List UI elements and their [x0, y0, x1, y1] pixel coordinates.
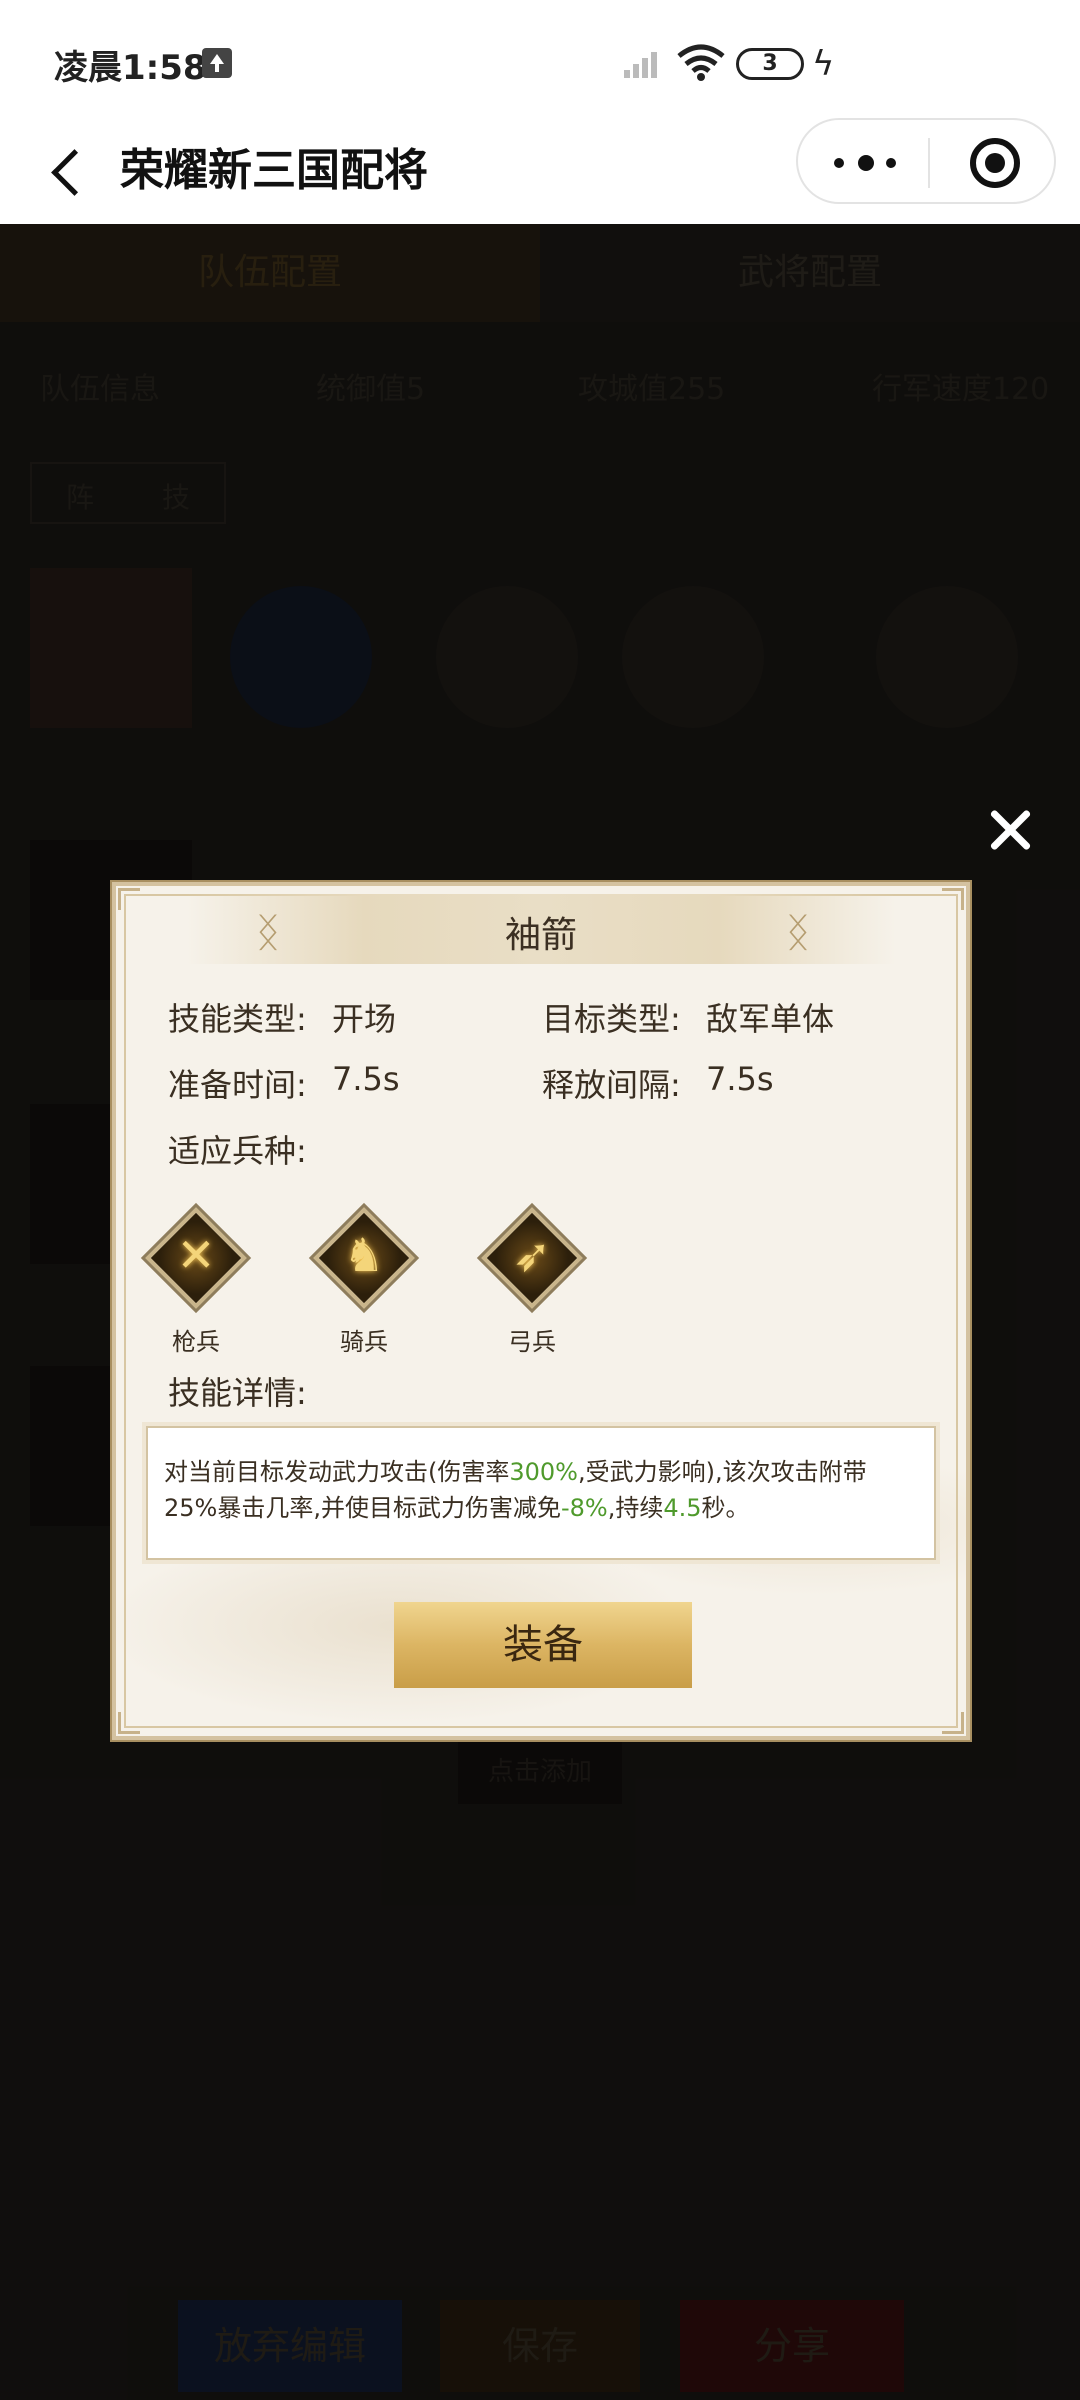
corner-ornament: [118, 1712, 140, 1734]
prep-time-value: 7.5s: [332, 1060, 400, 1098]
desc-highlight: -8%: [560, 1494, 608, 1522]
interval-value: 7.5s: [706, 1060, 774, 1098]
skill-type-value: 开场: [332, 1000, 397, 1038]
troops-label: 适应兵种:: [168, 1132, 307, 1170]
target-type-label: 目标类型:: [542, 1000, 681, 1038]
desc-text: ,持续: [607, 1494, 664, 1522]
back-icon[interactable]: [44, 140, 94, 200]
prep-time-label: 准备时间:: [168, 1066, 307, 1104]
skill-description: 对当前目标发动武力攻击(伤害率300%,受武力影响),该次攻击附带25%暴击几率…: [146, 1426, 936, 1560]
horse-icon: ♞: [312, 1206, 416, 1310]
skill-detail-label: 技能详情:: [168, 1374, 307, 1412]
skill-title: 袖箭: [504, 915, 577, 956]
charging-icon: ϟ: [812, 44, 835, 84]
wifi-icon: [677, 44, 725, 81]
miniprogram-capsule: [796, 118, 1056, 204]
skill-type-label: 技能类型:: [168, 1000, 307, 1038]
more-icon[interactable]: [828, 140, 908, 186]
skill-detail-dialog: ᛝ ᛝ 袖箭 技能类型: 开场 目标类型: 敌军单体 准备时间: 7.5s 释放…: [112, 882, 970, 1740]
close-miniprogram-icon[interactable]: [970, 138, 1020, 188]
status-bar: 凌晨1:58 3 ϟ: [0, 0, 1080, 120]
desc-text: 对当前目标发动武力攻击(伤害率: [164, 1458, 510, 1486]
capsule-divider: [928, 138, 930, 188]
equip-button[interactable]: 装备: [394, 1602, 692, 1688]
desc-highlight: 300%: [509, 1458, 578, 1486]
corner-ornament: [942, 1712, 964, 1734]
troop-name: 枪兵: [172, 1328, 220, 1356]
spear-icon: ✕: [144, 1206, 248, 1310]
desc-text: 秒。: [701, 1494, 750, 1522]
bow-icon: ➶: [480, 1206, 584, 1310]
status-time: 凌晨1:58: [54, 48, 207, 88]
target-type-value: 敌军单体: [706, 1000, 835, 1038]
upload-icon: [202, 48, 232, 78]
interval-label: 释放间隔:: [542, 1066, 681, 1104]
signal-icon: [624, 52, 657, 78]
troop-name: 骑兵: [340, 1328, 388, 1356]
desc-highlight: 4.5: [663, 1494, 702, 1522]
close-icon[interactable]: [980, 800, 1040, 860]
troop-name: 弓兵: [508, 1328, 556, 1356]
page-title: 荣耀新三国配将: [120, 145, 428, 196]
battery-indicator: 3: [736, 48, 804, 80]
